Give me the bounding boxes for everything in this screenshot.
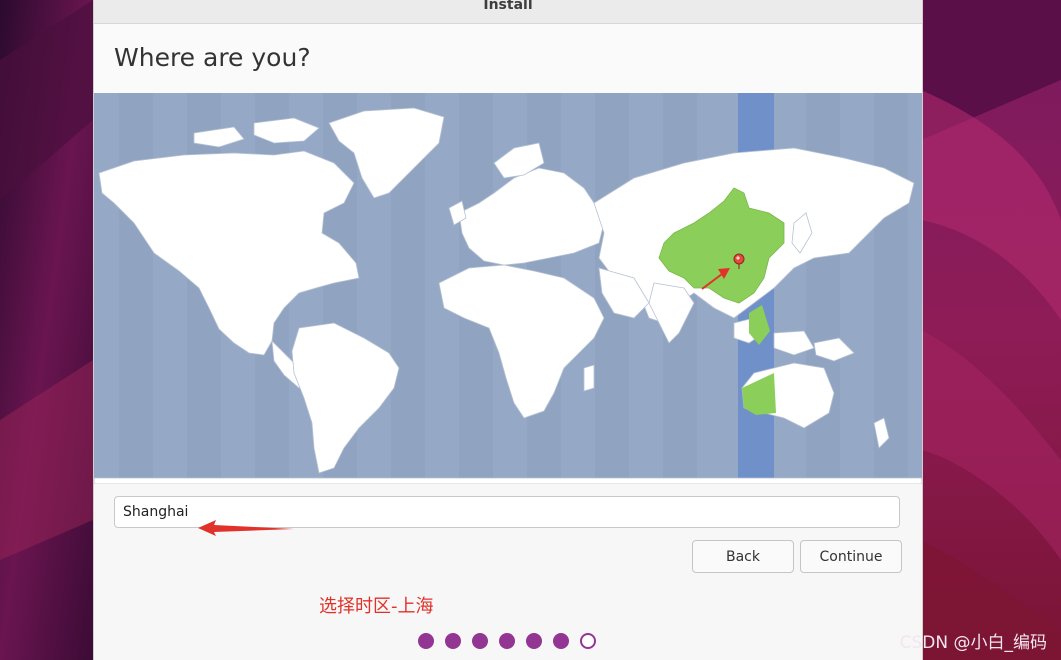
progress-dot-current xyxy=(580,633,596,649)
progress-dot-completed xyxy=(499,633,515,649)
timezone-map[interactable] xyxy=(94,93,922,484)
page-title: Where are you? xyxy=(114,43,311,72)
continue-button[interactable]: Continue xyxy=(800,540,902,573)
progress-dot-completed xyxy=(445,633,461,649)
page-header: Where are you? xyxy=(94,24,922,93)
progress-dots xyxy=(418,633,596,649)
back-button[interactable]: Back xyxy=(692,540,794,573)
progress-dot-completed xyxy=(418,633,434,649)
installer-window: Install Where are you? Shanghai Back Con… xyxy=(93,0,923,660)
progress-dot-completed xyxy=(526,633,542,649)
timezone-input[interactable] xyxy=(114,496,900,528)
window-titlebar[interactable]: Install xyxy=(94,0,922,24)
window-title: Install xyxy=(483,0,533,13)
world-map-graphic[interactable] xyxy=(94,93,922,484)
progress-dot-completed xyxy=(472,633,488,649)
watermark: CSDN @小白_编码 xyxy=(899,633,1047,653)
progress-dot-completed xyxy=(553,633,569,649)
annotation-label: 选择时区-上海 xyxy=(319,596,434,617)
